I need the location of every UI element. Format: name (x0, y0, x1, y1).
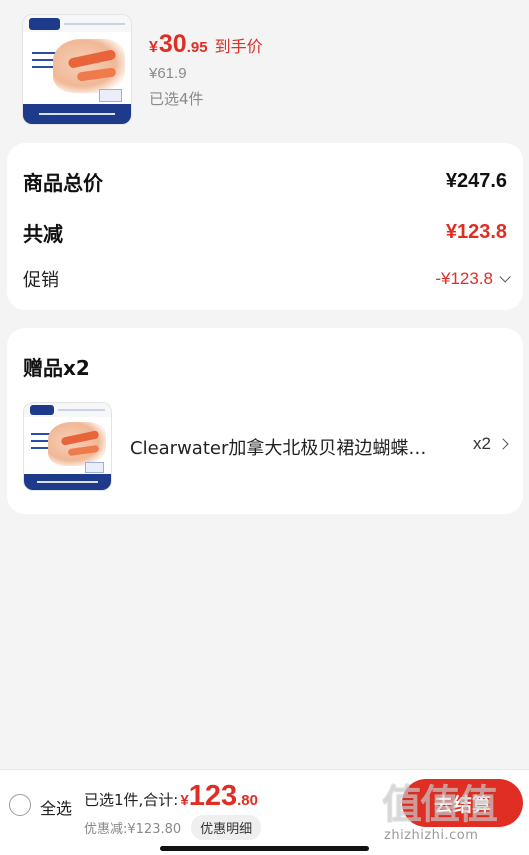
watermark-url: zhizhizhi.com (384, 828, 479, 843)
gift-item-qty-group[interactable]: x2 (473, 434, 509, 454)
select-all-label[interactable]: 全选 (40, 795, 72, 819)
discount-detail-button[interactable]: 优惠明细 (191, 815, 262, 840)
price-integer: 30 (158, 30, 187, 58)
original-price: ¥61.9 (149, 65, 187, 82)
checkout-bar: 全选 已选1件,合计: ¥ 123 .80 优惠减:¥123.80 优惠明细 去… (0, 769, 529, 855)
checkout-button[interactable]: 去结算 (402, 779, 523, 827)
total-currency: ¥ (180, 792, 189, 809)
gift-thumbnail[interactable] (23, 402, 112, 491)
promo-value: -¥123.8 (435, 269, 493, 288)
price-tag: 到手价 (214, 37, 263, 56)
reduce-value: ¥123.8 (445, 221, 507, 243)
brand-logo-icon (29, 17, 60, 30)
total-value: ¥247.6 (445, 170, 507, 192)
hand-image (48, 422, 106, 466)
chevron-right-icon[interactable] (497, 438, 509, 450)
discount-text: 优惠减:¥123.80 (84, 822, 182, 837)
product-summary: ¥ 30 .95 到手价 ¥61.9 已选4件 (0, 0, 529, 140)
total-decimal: .80 (237, 792, 258, 809)
total-line: 已选1件,合计: ¥ 123 .80 (84, 780, 258, 813)
gift-item-name[interactable]: Clearwater加拿大北极贝裙边蝴蝶… (130, 434, 430, 460)
reduce-row: 共减 ¥123.8 (23, 218, 507, 247)
gift-item-qty: x2 (473, 434, 491, 453)
total-integer: 123 (188, 780, 238, 812)
select-all-radio[interactable] (9, 794, 31, 816)
reduce-label: 共减 (23, 222, 63, 246)
gift-title: 赠品x2 (23, 356, 90, 380)
promo-value-group[interactable]: -¥123.8 (435, 269, 511, 289)
price-block: ¥ 30 .95 到手价 ¥61.9 已选4件 (149, 30, 263, 109)
final-price: ¥ 30 .95 到手价 (149, 30, 263, 59)
product-thumbnail[interactable] (22, 14, 132, 125)
price-currency: ¥ (149, 39, 158, 56)
total-label: 商品总价 (23, 171, 103, 195)
promo-row[interactable]: 促销 -¥123.8 (23, 266, 511, 292)
gift-card: 赠品x2 Clearwater加拿大北极贝裙边蝴蝶… x2 (7, 328, 523, 514)
selected-count: 已选4件 (149, 90, 204, 108)
brand-logo-icon (30, 405, 55, 415)
total-prefix: 已选1件,合计: (84, 791, 179, 809)
order-summary-card: 商品总价 ¥247.6 共减 ¥123.8 促销 -¥123.8 (7, 143, 523, 310)
discount-line: 优惠减:¥123.80 优惠明细 (84, 815, 262, 840)
price-decimal: .95 (186, 39, 208, 56)
chevron-down-icon[interactable] (499, 271, 511, 283)
total-row: 商品总价 ¥247.6 (23, 167, 507, 196)
promo-label: 促销 (23, 270, 59, 291)
home-indicator[interactable] (160, 846, 369, 851)
hand-image (53, 38, 125, 94)
